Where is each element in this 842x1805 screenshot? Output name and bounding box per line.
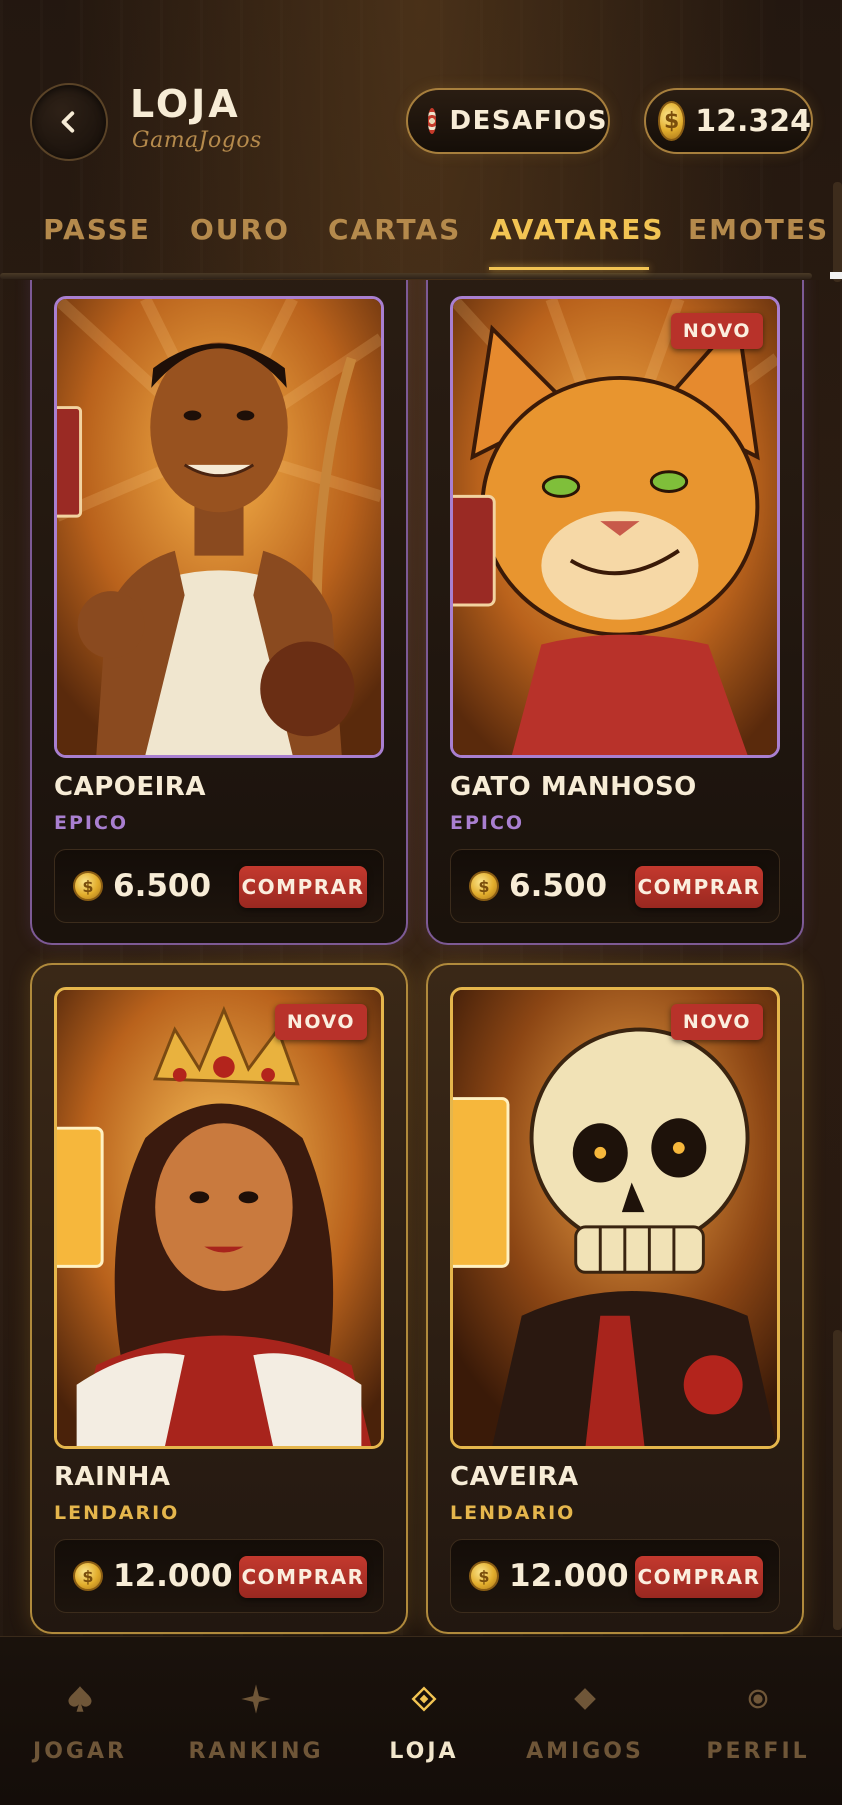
coin-icon: $ [73, 1561, 103, 1591]
coin-balance-pill[interactable]: $ 12.324 [644, 88, 813, 154]
back-button[interactable] [30, 83, 108, 161]
skull-avatar-icon: NOVO [450, 987, 780, 1449]
nav-label: PERFIL [706, 1739, 810, 1764]
card-rarity: EPICO [450, 812, 525, 834]
cat-avatar-icon: NOVO [450, 296, 780, 758]
tab-passe[interactable]: PASSE [42, 213, 152, 273]
nav-item-amigos[interactable]: AMIGOS [505, 1681, 665, 1764]
card-name: CAPOEIRA [54, 772, 206, 802]
tab-ouro[interactable]: OURO [190, 213, 288, 273]
card-name: CAVEIRA [450, 1462, 579, 1492]
buy-button[interactable]: COMPRAR [635, 1556, 763, 1598]
card-name: RAINHA [54, 1462, 171, 1492]
buy-button[interactable]: COMPRAR [239, 866, 367, 908]
avatar-card[interactable]: CAPOEIRA EPICO $ 6.500 COMPRAR [30, 280, 408, 945]
nav-item-perfil[interactable]: PERFIL [678, 1681, 838, 1764]
scrollbar[interactable] [833, 182, 842, 282]
tab-avatares[interactable]: AVATARES [490, 213, 662, 273]
nav-label: RANKING [188, 1739, 324, 1764]
new-badge: NOVO [670, 313, 763, 349]
avatar-card[interactable]: NOVO RAINHA LENDARIO $ 12.000 COMPRAR [30, 963, 408, 1634]
price-box: $ 12.000 COMPRAR [54, 1539, 384, 1613]
challenges-button[interactable]: DESAFIOS [406, 88, 610, 154]
card-price: 12.000 [113, 1558, 233, 1594]
circle-icon [678, 1681, 838, 1717]
coin-icon: $ [658, 101, 686, 141]
card-rarity: EPICO [54, 812, 129, 834]
brand-subtitle: GamaJogos [132, 128, 262, 153]
card-price: 6.500 [509, 868, 608, 904]
price-box: $ 6.500 COMPRAR [450, 849, 780, 923]
target-icon [428, 108, 436, 134]
scrollbar[interactable] [833, 1330, 842, 1630]
price-box: $ 6.500 COMPRAR [54, 849, 384, 923]
coin-icon: $ [469, 871, 499, 901]
coin-icon: $ [73, 871, 103, 901]
avatar-card[interactable]: NOVO GATO MANHOSO EPICO $ 6.500 COMPRAR [426, 280, 804, 945]
card-rarity: LENDARIO [54, 1502, 180, 1524]
queen-avatar-icon: NOVO [54, 987, 384, 1449]
capoeira-avatar-icon [54, 296, 384, 758]
nav-label: JOGAR [33, 1739, 127, 1764]
price-box: $ 12.000 COMPRAR [450, 1539, 780, 1613]
nav-item-loja[interactable]: LOJA [344, 1681, 504, 1764]
spade-icon [0, 1681, 160, 1717]
card-price: 6.500 [113, 868, 212, 904]
challenges-label: DESAFIOS [449, 106, 608, 136]
active-tab-indicator [489, 267, 649, 270]
card-price: 12.000 [509, 1558, 629, 1594]
category-tabs: PASSE OURO CARTAS AVATARES EMOTES [0, 205, 842, 283]
tab-cartas[interactable]: CARTAS [328, 213, 459, 273]
buy-button[interactable]: COMPRAR [635, 866, 763, 908]
card-name: GATO MANHOSO [450, 772, 697, 802]
nav-label: AMIGOS [526, 1739, 644, 1764]
nav-item-ranking[interactable]: RANKING [176, 1681, 336, 1764]
buy-button[interactable]: COMPRAR [239, 1556, 367, 1598]
avatar-grid: CAPOEIRA EPICO $ 6.500 COMPRAR NOVO GATO… [0, 280, 842, 1635]
new-badge: NOVO [670, 1004, 763, 1040]
sparkle-icon [176, 1681, 336, 1717]
bottom-nav: JOGAR RANKING LOJA AMIGOS PERFIL [0, 1636, 842, 1805]
scroll-marker [830, 272, 842, 279]
nav-item-jogar[interactable]: JOGAR [0, 1681, 160, 1764]
chevron-left-icon [61, 111, 75, 133]
page-title: LOJA [130, 82, 241, 126]
avatar-card[interactable]: NOVO CAVEIRA LENDARIO $ 12.000 COMPRAR [426, 963, 804, 1634]
tabs-divider [0, 273, 812, 279]
tab-emotes[interactable]: EMOTES [688, 213, 827, 273]
coin-icon: $ [469, 1561, 499, 1591]
card-rarity: LENDARIO [450, 1502, 576, 1524]
nav-label: LOJA [389, 1739, 459, 1764]
header: LOJA GamaJogos DESAFIOS $ 12.324 [0, 0, 842, 240]
diamond-icon [344, 1681, 504, 1717]
diamond-filled-icon [505, 1681, 665, 1717]
new-badge: NOVO [274, 1004, 367, 1040]
coin-balance: 12.324 [695, 103, 811, 139]
